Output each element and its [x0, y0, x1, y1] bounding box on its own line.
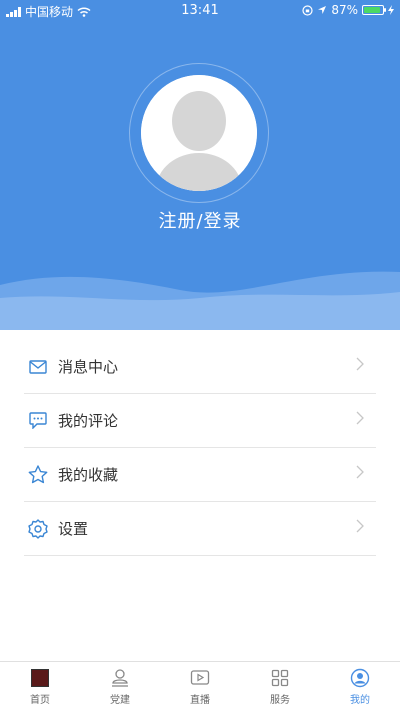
tab-label: 直播 — [190, 695, 210, 706]
chevron-right-icon — [356, 357, 364, 371]
charging-icon — [388, 5, 394, 15]
tab-party-building[interactable]: 党建 — [80, 662, 160, 711]
battery-icon — [362, 5, 386, 15]
menu-item-comments[interactable]: 我的评论 — [24, 394, 376, 448]
chevron-right-icon — [356, 519, 364, 533]
location-icon — [318, 6, 327, 14]
tab-label: 党建 — [110, 695, 130, 706]
home-thumbnail-icon — [31, 669, 49, 687]
tab-mine[interactable]: 我的 — [320, 662, 400, 711]
menu-list: 消息中心 我的评论 我的收藏 设置 — [24, 340, 376, 556]
orientation-lock-icon — [302, 4, 313, 16]
menu-item-label: 消息中心 — [58, 358, 119, 376]
battery-percent: 87% — [331, 3, 358, 17]
profile-icon — [349, 667, 371, 689]
menu-item-settings[interactable]: 设置 — [24, 502, 376, 556]
login-register-link[interactable]: 注册/登录 — [0, 207, 400, 233]
tab-label: 服务 — [270, 695, 290, 706]
default-avatar-icon — [141, 75, 257, 191]
profile-header: 中国移动 13:41 87% 注册/登录 — [0, 0, 400, 330]
star-icon — [28, 465, 48, 485]
avatar[interactable] — [141, 75, 257, 191]
gear-icon — [28, 518, 48, 539]
party-building-icon — [109, 667, 131, 689]
menu-item-label: 我的评论 — [58, 412, 119, 430]
menu-item-label: 我的收藏 — [58, 466, 119, 484]
grid-icon — [269, 667, 291, 689]
tab-home[interactable]: 首页 — [0, 662, 80, 711]
bottom-tab-bar: 首页 党建 直播 服务 我的 — [0, 661, 400, 711]
tab-label: 首页 — [30, 695, 50, 706]
mail-icon — [28, 357, 48, 377]
menu-item-label: 设置 — [58, 520, 89, 538]
status-bar: 中国移动 13:41 87% — [0, 0, 400, 22]
tab-live[interactable]: 直播 — [160, 662, 240, 711]
battery-fill — [364, 7, 380, 13]
live-play-icon — [189, 667, 211, 689]
menu-item-messages[interactable]: 消息中心 — [24, 340, 376, 394]
chevron-right-icon — [356, 465, 364, 479]
comment-icon — [28, 411, 48, 431]
chevron-right-icon — [356, 411, 364, 425]
tab-services[interactable]: 服务 — [240, 662, 320, 711]
menu-item-favorites[interactable]: 我的收藏 — [24, 448, 376, 502]
tab-label: 我的 — [350, 695, 370, 706]
